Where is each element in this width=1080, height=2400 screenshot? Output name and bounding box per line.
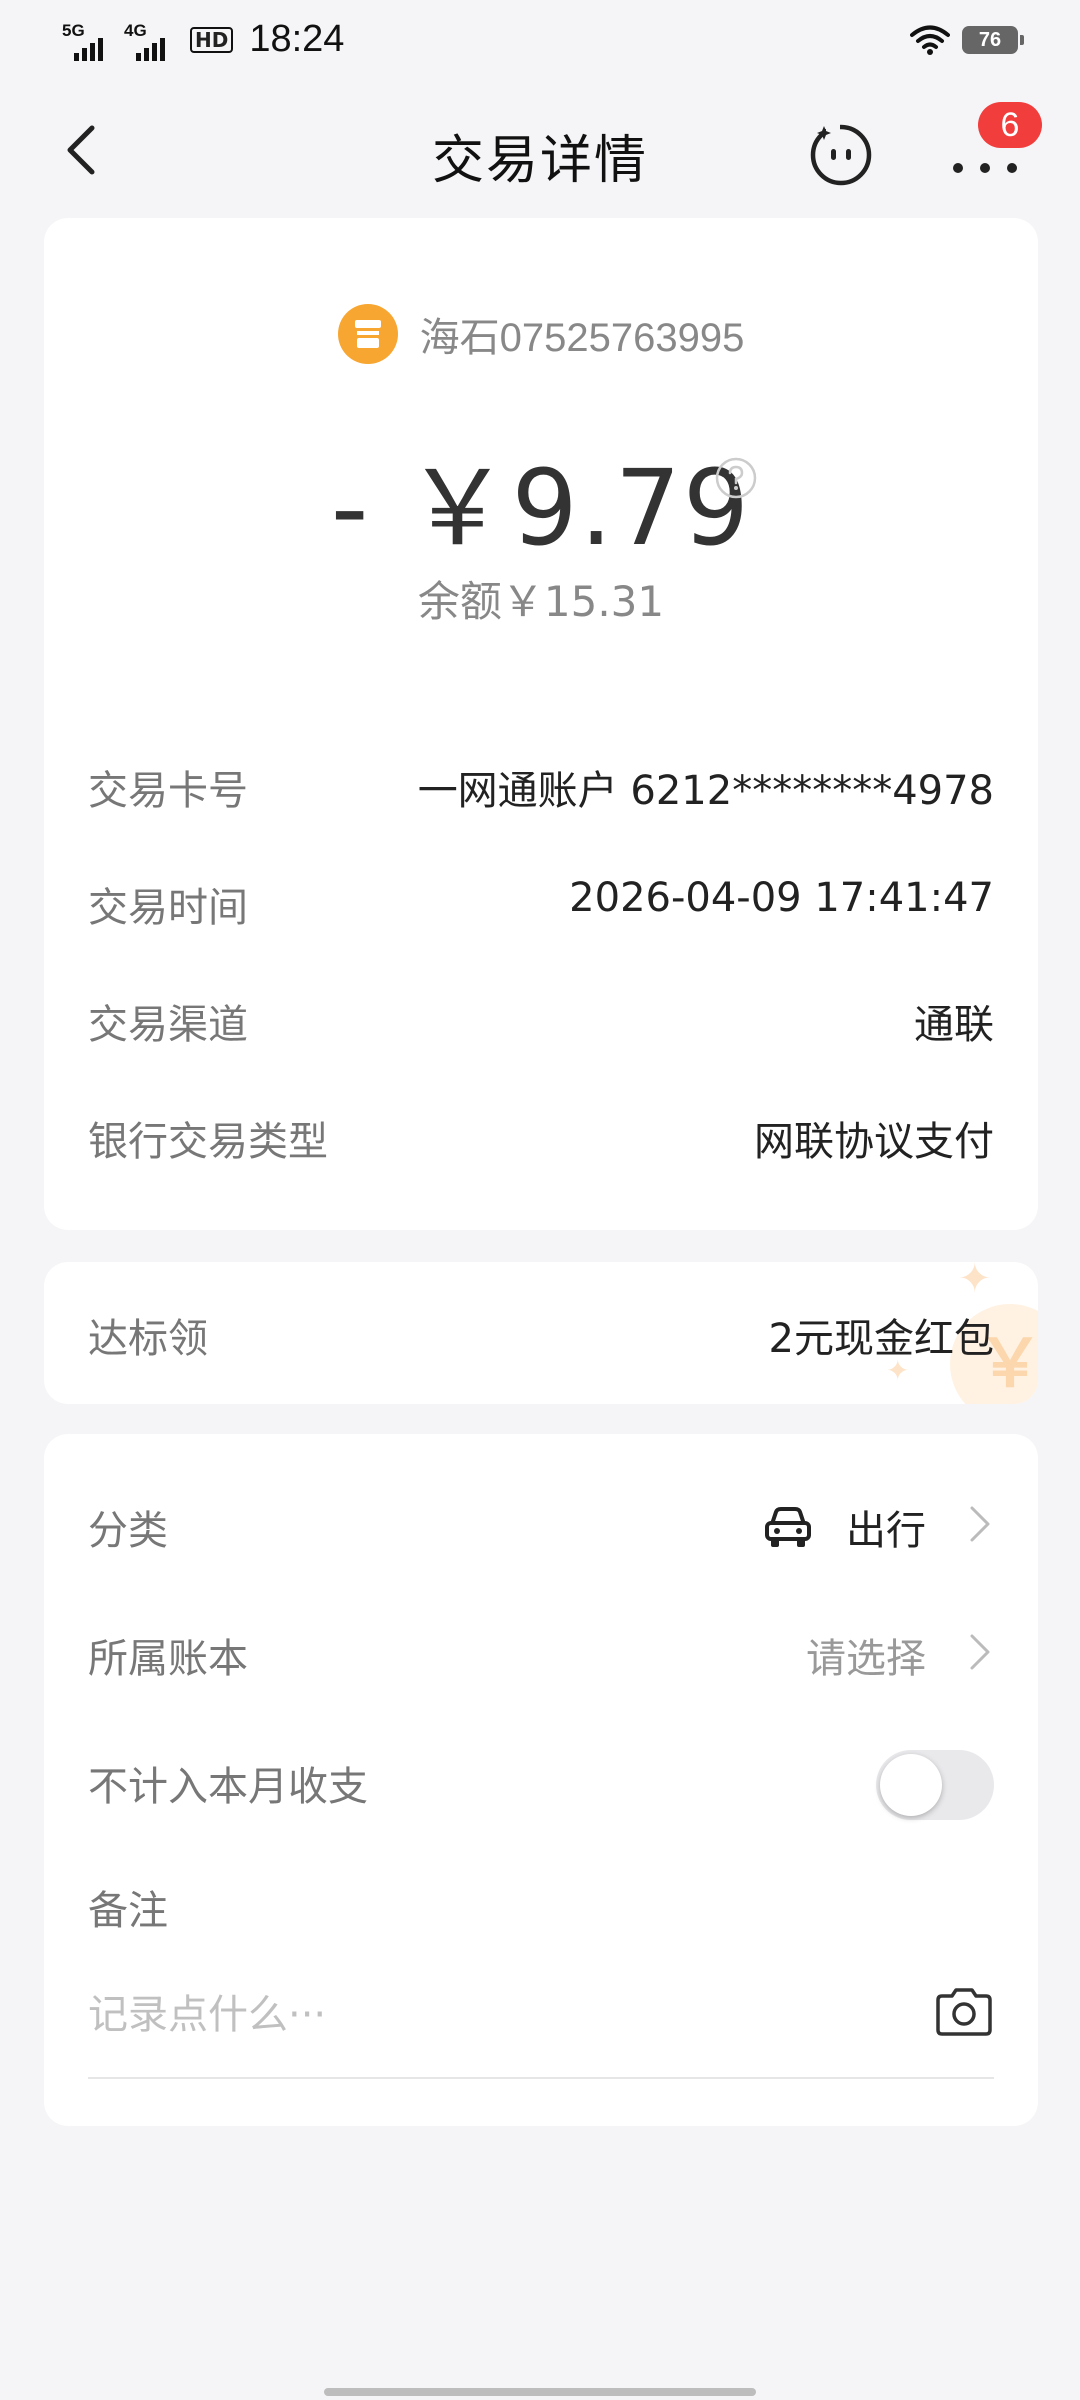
note-input[interactable]: 记录点什么··· <box>88 1982 326 2040</box>
signal-4g-icon: 4G <box>124 19 176 61</box>
signal-5g-icon: 5G <box>62 19 114 61</box>
status-right: 76 <box>910 24 1024 56</box>
detail-value: 网联协议支付 <box>754 1119 994 1165</box>
status-left: 5G 4G HD 18:24 <box>62 18 344 61</box>
promo-value: 2元现金红包 <box>768 1316 994 1362</box>
nav-bar: 交易详情 <box>0 84 1080 214</box>
detail-label: 交易卡号 <box>88 768 248 814</box>
exclude-row: 不计入本月收支 <box>88 1754 994 1814</box>
detail-row-card: 交易卡号 一网通账户 6212********4978 <box>88 758 994 818</box>
balance-text: 余额￥15.31 <box>417 577 665 626</box>
category-row[interactable]: 分类 出行 <box>88 1498 994 1558</box>
amount-row: - ￥9.79 <box>44 423 1038 574</box>
merchant-row: 海石07525763995 <box>44 304 1038 364</box>
question-circle-icon[interactable] <box>714 456 758 500</box>
exclude-label: 不计入本月收支 <box>88 1764 368 1810</box>
store-icon <box>337 304 398 364</box>
detail-value: 通联 <box>914 1002 994 1048</box>
category-value: 出行 <box>846 1508 926 1554</box>
sparkle-icon: ✦ <box>958 1262 992 1302</box>
camera-icon[interactable] <box>934 1986 994 2038</box>
transaction-amount: - ￥9.79 <box>330 447 752 569</box>
toggle-knob <box>880 1754 942 1816</box>
note-divider <box>88 2077 994 2079</box>
exclude-toggle[interactable] <box>876 1750 994 1820</box>
detail-row-channel: 交易渠道 通联 <box>88 992 994 1052</box>
transaction-card: 海石07525763995 - ￥9.79 余额￥15.31 交易卡号 一网通账… <box>44 218 1038 1230</box>
car-icon <box>765 1507 811 1547</box>
category-label: 分类 <box>88 1508 168 1554</box>
bot-face-icon[interactable] <box>808 122 874 188</box>
record-card: 分类 出行 所属账本 请选择 不计入本月收支 备注 记录点什么··· <box>44 1434 1038 2126</box>
detail-value: 一网通账户 6212********4978 <box>417 768 994 814</box>
note-row: 备注 <box>88 1878 994 1938</box>
detail-label: 交易时间 <box>88 885 248 931</box>
promo-card[interactable]: ✦ ✦ ￥ 达标领 2元现金红包 <box>44 1262 1038 1404</box>
chevron-right-icon <box>970 1634 990 1670</box>
detail-row-time: 交易时间 2026-04-09 17:41:47 <box>88 875 994 935</box>
wifi-icon <box>910 25 950 55</box>
note-label: 备注 <box>88 1888 168 1934</box>
detail-row-type: 银行交易类型 网联协议支付 <box>88 1109 994 1169</box>
ledger-row[interactable]: 所属账本 请选择 <box>88 1626 994 1686</box>
promo-row: 达标领 2元现金红包 <box>88 1306 994 1366</box>
detail-label: 银行交易类型 <box>88 1119 328 1165</box>
status-bar: 5G 4G HD 18:24 76 <box>0 0 1080 84</box>
promo-label: 达标领 <box>88 1316 208 1362</box>
home-indicator[interactable] <box>324 2388 756 2396</box>
page-title: 交易详情 <box>431 131 648 191</box>
battery-icon: 76 <box>962 26 1024 54</box>
chevron-right-icon <box>970 1506 990 1542</box>
notification-badge: 6 <box>978 102 1042 148</box>
merchant-name: 海石07525763995 <box>419 316 745 360</box>
status-time: 18:24 <box>249 18 345 60</box>
detail-value: 2026-04-09 17:41:47 <box>569 875 994 921</box>
detail-label: 交易渠道 <box>88 1002 248 1048</box>
ledger-value: 请选择 <box>806 1636 926 1682</box>
ledger-label: 所属账本 <box>88 1636 248 1682</box>
hd-voice-icon: HD <box>190 26 234 53</box>
